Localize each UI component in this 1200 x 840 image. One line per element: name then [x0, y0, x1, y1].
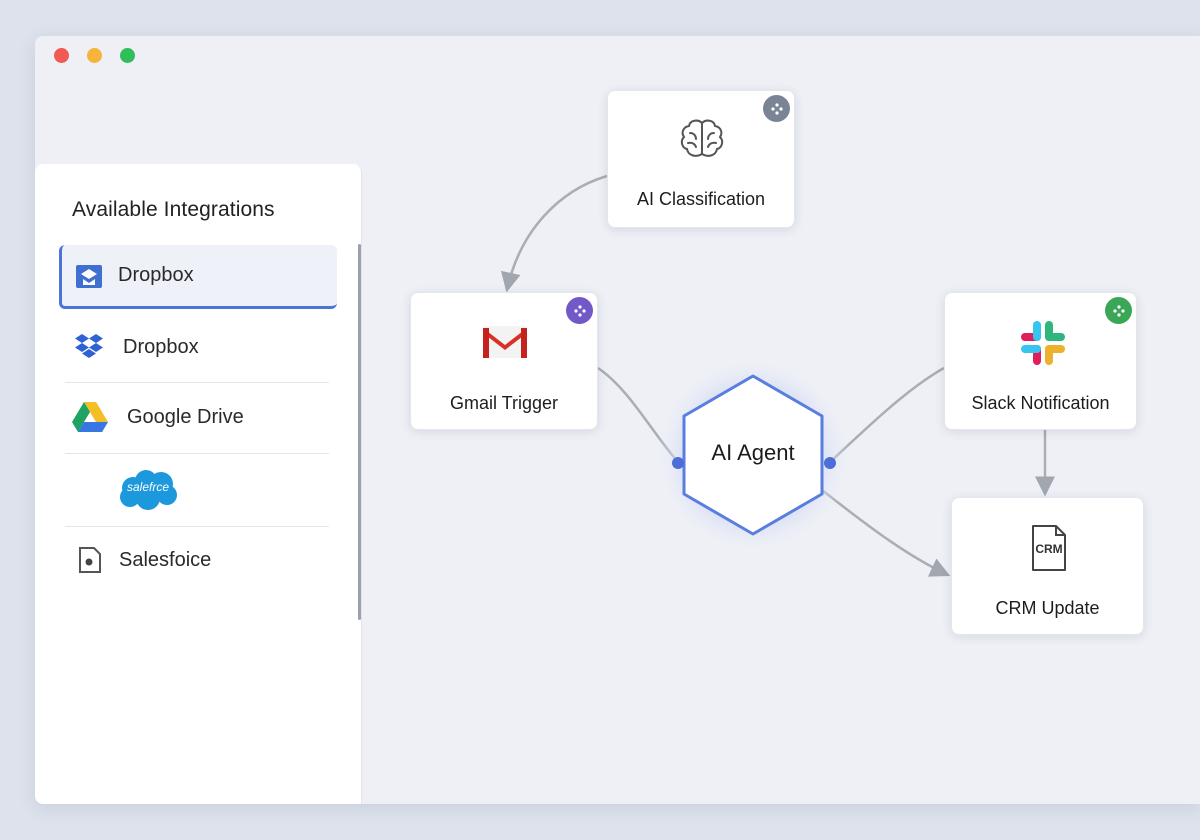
dropbox-box-icon [75, 262, 103, 290]
sidebar-item-google-drive[interactable]: Google Drive [65, 384, 329, 450]
salesforce-cloud-icon: salefrce [117, 468, 179, 512]
dropbox-icon [73, 333, 105, 361]
sidebar-item-dropbox-selected[interactable]: Dropbox [59, 245, 337, 309]
integrations-sidebar: Available Integrations Dropbox Dropbox G… [35, 164, 362, 804]
sidebar-scrollbar[interactable] [358, 244, 361, 620]
salesforce-logo-text: salefrce [126, 480, 170, 494]
maximize-window-button[interactable] [120, 48, 135, 63]
node-slack-notification[interactable]: Slack Notification [944, 292, 1137, 430]
node-settings-icon[interactable] [1105, 297, 1132, 324]
gmail-icon [481, 323, 529, 366]
node-settings-icon[interactable] [763, 95, 790, 122]
slack-icon [1017, 317, 1069, 374]
sidebar-item-dropbox[interactable]: Dropbox [65, 314, 329, 380]
window-controls [54, 48, 135, 63]
node-title: Gmail Trigger [449, 393, 559, 413]
sidebar-item-salesfoice[interactable]: Salesfoice [65, 527, 329, 593]
sidebar-item-label: Dropbox [123, 335, 199, 358]
sidebar-item-salesforce-logo[interactable]: salefrce [65, 457, 329, 523]
sidebar-title: Available Integrations [72, 198, 275, 221]
close-window-button[interactable] [54, 48, 69, 63]
node-crm-update[interactable]: CRM CRM Update [951, 497, 1144, 635]
ai-agent-label[interactable]: AI Agent [683, 440, 823, 466]
node-gmail-trigger[interactable]: Gmail Trigger [410, 292, 598, 430]
node-ai-classification[interactable]: AI Classification [607, 90, 795, 228]
node-title: CRM Update [995, 598, 1100, 618]
crm-document-icon: CRM [1030, 524, 1068, 572]
sidebar-item-label: Salesfoice [119, 548, 212, 571]
divider [65, 453, 329, 454]
sidebar-item-label: Google Drive [127, 405, 244, 428]
node-settings-icon[interactable] [566, 297, 593, 324]
node-title: Slack Notification [971, 393, 1110, 413]
crm-icon-text: CRM [1035, 542, 1063, 556]
divider [65, 382, 329, 383]
google-drive-icon [71, 400, 109, 434]
salesforce-file-icon [77, 546, 103, 574]
minimize-window-button[interactable] [87, 48, 102, 63]
node-title: AI Classification [636, 189, 766, 209]
brain-icon [678, 117, 726, 166]
sidebar-item-label: Dropbox [118, 264, 194, 286]
